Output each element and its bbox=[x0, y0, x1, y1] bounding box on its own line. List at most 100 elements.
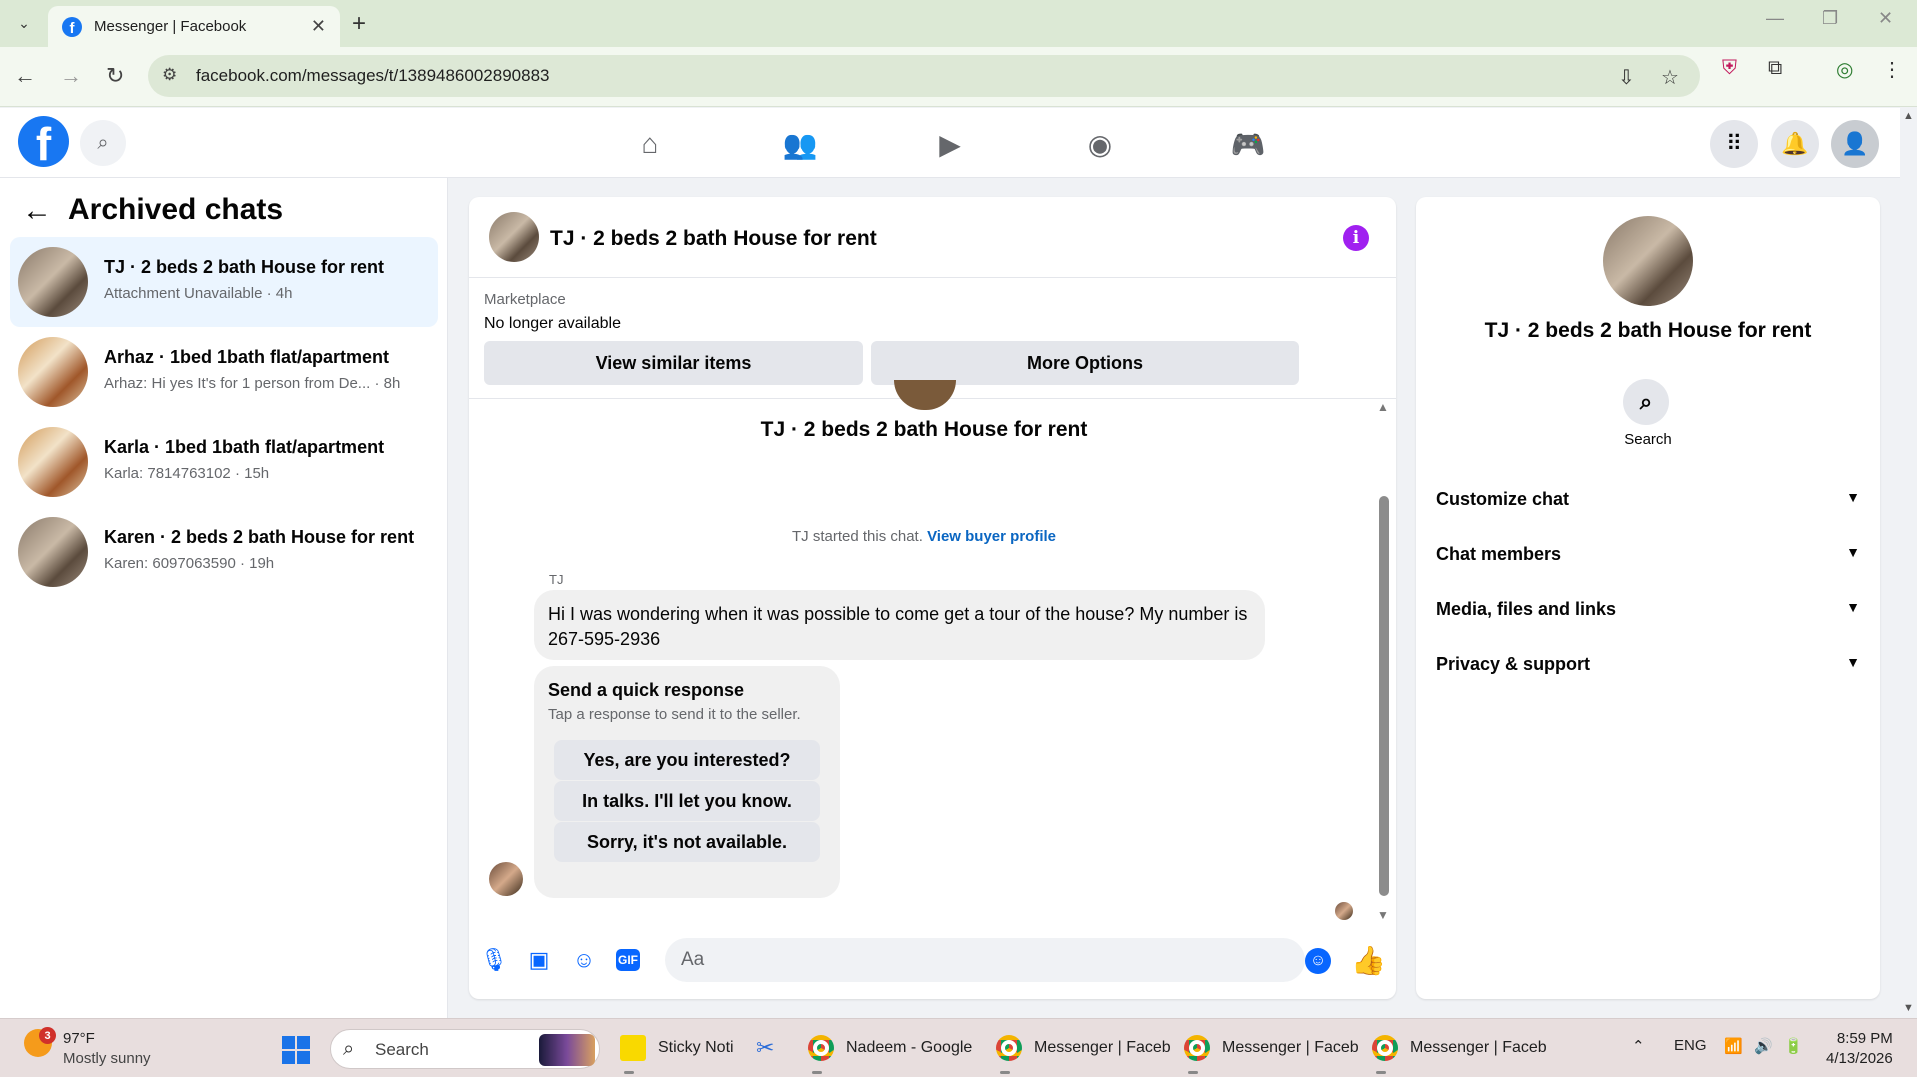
message-bubble: Hi I was wondering when it was possible … bbox=[534, 590, 1265, 660]
gaming-icon[interactable]: 🎮 bbox=[1228, 124, 1268, 164]
gif-icon[interactable]: GIF bbox=[616, 949, 640, 971]
quick-response-option[interactable]: Sorry, it's not available. bbox=[554, 822, 820, 862]
bookmark-star-icon[interactable]: ☆ bbox=[1661, 65, 1679, 90]
facebook-logo-icon[interactable]: f bbox=[18, 116, 69, 167]
quick-response-option[interactable]: Yes, are you interested? bbox=[554, 740, 820, 780]
new-tab-plus-icon[interactable]: + bbox=[352, 10, 366, 38]
conversation-panel: TJ · 2 beds 2 bath House for rent i Mark… bbox=[469, 197, 1396, 999]
chrome-icon bbox=[1184, 1035, 1210, 1061]
customize-chat-section[interactable]: Customize chat ▼ bbox=[1436, 489, 1860, 510]
thread-scrollbar[interactable] bbox=[1379, 496, 1389, 896]
taskbar-search-label: Search bbox=[375, 1040, 429, 1059]
chat-list-item[interactable]: Arhaz · 1bed 1bath flat/apartment Arhaz:… bbox=[10, 327, 438, 417]
taskbar-app-chrome-google[interactable]: Nadeem - Google bbox=[808, 1019, 972, 1077]
back-arrow-icon[interactable]: ← bbox=[14, 63, 36, 89]
tab-title: Messenger | Facebook bbox=[94, 18, 247, 35]
chat-name: Arhaz · 1bed 1bath flat/apartment bbox=[104, 347, 390, 367]
search-label: Search bbox=[1624, 431, 1672, 448]
site-settings-icon[interactable]: ⚙ bbox=[162, 65, 177, 85]
sticky-notes-icon bbox=[620, 1035, 646, 1061]
scroll-up-arrow-icon[interactable]: ▲ bbox=[1903, 110, 1914, 122]
media-files-links-section[interactable]: Media, files and links ▼ bbox=[1436, 599, 1860, 620]
seen-indicator-avatar bbox=[1335, 902, 1353, 920]
weather-badge: 3 bbox=[39, 1027, 56, 1044]
message-input[interactable]: Aa bbox=[665, 938, 1305, 982]
view-similar-items-button[interactable]: View similar items bbox=[484, 341, 863, 385]
restore-icon[interactable]: ❐ bbox=[1822, 8, 1838, 29]
sender-avatar bbox=[489, 862, 523, 896]
back-arrow-icon[interactable]: ← bbox=[22, 194, 52, 228]
chat-name: Karla · 1bed 1bath flat/apartment bbox=[104, 437, 385, 457]
windows-start-icon[interactable] bbox=[282, 1036, 310, 1064]
search-icon[interactable]: ⌕ bbox=[1623, 379, 1669, 425]
taskbar-app-snipping-tool[interactable]: ✂ bbox=[756, 1019, 774, 1077]
volume-icon[interactable]: 🔊 bbox=[1754, 1037, 1773, 1055]
photo-icon[interactable]: ▣ bbox=[524, 945, 554, 975]
close-window-icon[interactable]: ✕ bbox=[1878, 8, 1893, 29]
emoji-icon[interactable]: ☺ bbox=[1305, 948, 1331, 974]
chrome-menu-icon[interactable]: ⋮ bbox=[1882, 57, 1902, 82]
reload-icon[interactable]: ↻ bbox=[106, 63, 124, 89]
taskbar-search[interactable]: ⌕ Search bbox=[330, 1029, 600, 1069]
privacy-support-section[interactable]: Privacy & support ▼ bbox=[1436, 654, 1860, 675]
notifications-bell-icon[interactable]: 🔔 bbox=[1771, 120, 1819, 168]
minimize-icon[interactable]: — bbox=[1766, 8, 1784, 29]
install-app-icon[interactable]: ⇩ bbox=[1618, 65, 1635, 90]
scroll-down-arrow-icon[interactable]: ▼ bbox=[1903, 1002, 1914, 1014]
chevron-down-icon: ▼ bbox=[1846, 654, 1860, 670]
taskbar-app-chrome-messenger[interactable]: Messenger | Faceb bbox=[1184, 1019, 1359, 1077]
chat-avatar bbox=[18, 427, 88, 497]
scroll-up-arrow-icon[interactable]: ▲ bbox=[1377, 400, 1389, 414]
thumbs-up-icon[interactable]: 👍 bbox=[1351, 944, 1386, 977]
info-icon[interactable]: i bbox=[1343, 225, 1369, 251]
taskbar-app-chrome-messenger[interactable]: Messenger | Faceb bbox=[1372, 1019, 1547, 1077]
friends-icon[interactable]: 👥 bbox=[780, 124, 820, 164]
conversation-avatar[interactable] bbox=[489, 212, 539, 262]
more-options-button[interactable]: More Options bbox=[871, 341, 1299, 385]
marketplace-label: Marketplace bbox=[484, 291, 566, 308]
chat-list-item[interactable]: TJ · 2 beds 2 bath House for rent Attach… bbox=[10, 237, 438, 327]
sidebar-title: Archived chats bbox=[68, 193, 284, 226]
home-icon[interactable]: ⌂ bbox=[630, 124, 670, 164]
battery-icon[interactable]: 🔋 bbox=[1784, 1037, 1803, 1055]
conversation-title[interactable]: TJ · 2 beds 2 bath House for rent bbox=[550, 227, 877, 251]
view-buyer-profile-link[interactable]: View buyer profile bbox=[927, 528, 1056, 545]
page-scrollbar[interactable]: ▲ ▼ bbox=[1900, 108, 1917, 1018]
browser-tab-messenger[interactable]: f Messenger | Facebook ✕ bbox=[48, 6, 340, 47]
tab-list-chevron-icon[interactable]: ⌄ bbox=[8, 10, 40, 36]
ublock-extension-icon[interactable]: ⛨ bbox=[1722, 57, 1737, 80]
sticker-icon[interactable]: ☺ bbox=[569, 945, 599, 975]
chat-list-item[interactable]: Karla · 1bed 1bath flat/apartment Karla:… bbox=[10, 417, 438, 507]
quick-response-option[interactable]: In talks. I'll let you know. bbox=[554, 781, 820, 821]
video-icon[interactable]: ▶ bbox=[930, 124, 970, 164]
forward-arrow-icon[interactable]: → bbox=[60, 63, 82, 89]
chat-list-item[interactable]: Karen · 2 beds 2 bath House for rent Kar… bbox=[10, 507, 438, 597]
facebook-search-icon[interactable]: ⌕ bbox=[80, 120, 126, 166]
taskbar-app-sticky-notes[interactable]: Sticky Noti bbox=[620, 1019, 734, 1077]
microphone-icon[interactable]: 🎙 bbox=[479, 945, 509, 975]
account-avatar[interactable]: 👤 bbox=[1831, 120, 1879, 168]
chat-avatar bbox=[18, 337, 88, 407]
system-clock[interactable]: 8:59 PM 4/13/2026 bbox=[1826, 1029, 1893, 1069]
show-hidden-icons-chevron-icon[interactable]: ⌃ bbox=[1632, 1037, 1645, 1055]
chat-members-section[interactable]: Chat members ▼ bbox=[1436, 544, 1860, 565]
extensions-puzzle-icon[interactable]: ⧉ bbox=[1768, 57, 1782, 80]
search-highlight-image bbox=[539, 1034, 595, 1066]
search-icon: ⌕ bbox=[343, 1038, 355, 1060]
chevron-down-icon: ▼ bbox=[1846, 489, 1860, 505]
profile-icon[interactable]: ◎ bbox=[1836, 57, 1853, 82]
wifi-icon[interactable]: 📶 bbox=[1724, 1037, 1743, 1055]
temperature[interactable]: 97°F bbox=[63, 1030, 95, 1047]
menu-grid-icon[interactable]: ⠿ bbox=[1710, 120, 1758, 168]
groups-icon[interactable]: ◉ bbox=[1080, 124, 1120, 164]
listing-status: No longer available bbox=[484, 315, 621, 332]
chat-details-panel: TJ · 2 beds 2 bath House for rent ⌕ Sear… bbox=[1416, 197, 1880, 999]
scroll-down-arrow-icon[interactable]: ▼ bbox=[1377, 908, 1389, 922]
close-tab-icon[interactable]: ✕ bbox=[311, 16, 326, 37]
weather-condition[interactable]: Mostly sunny bbox=[63, 1050, 151, 1067]
chat-snippet: Attachment Unavailable · 4h bbox=[104, 285, 293, 302]
url-omnibox[interactable]: ⚙ facebook.com/messages/t/13894860028908… bbox=[148, 55, 1700, 97]
taskbar-app-chrome-messenger[interactable]: Messenger | Faceb bbox=[996, 1019, 1171, 1077]
started-text: TJ started this chat. bbox=[792, 528, 923, 545]
language-indicator[interactable]: ENG bbox=[1674, 1037, 1707, 1054]
